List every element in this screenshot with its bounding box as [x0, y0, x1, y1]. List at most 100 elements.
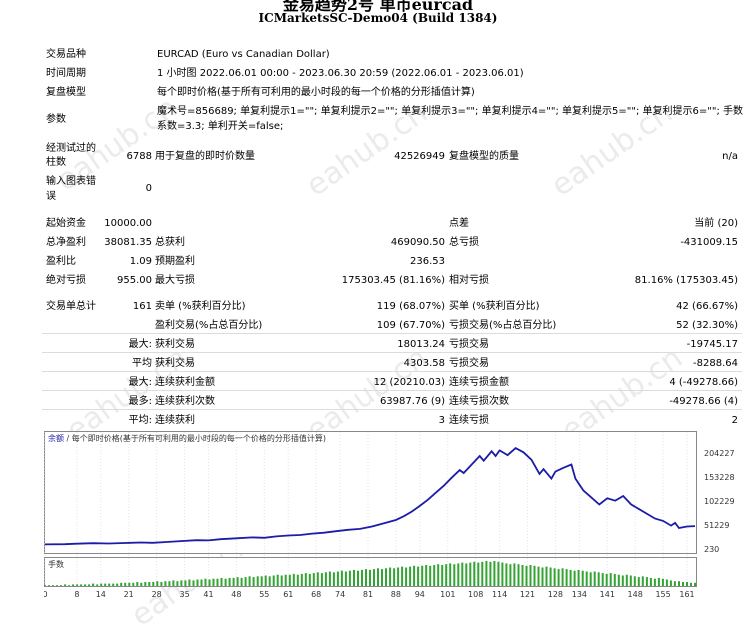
volume-bar	[521, 565, 524, 586]
divider	[42, 409, 742, 410]
volume-bar	[268, 576, 271, 586]
volume-bar	[96, 584, 99, 586]
volume-bar	[357, 570, 359, 586]
volume-bar	[304, 573, 307, 586]
volume-bar	[513, 563, 516, 586]
volume-bar	[72, 584, 75, 586]
volume-bar	[136, 582, 139, 586]
max-consec-losses-label: 连续亏损金额	[449, 377, 509, 388]
volume-bar	[581, 570, 584, 586]
y-tick-label: 51229	[704, 521, 729, 530]
volume-bar	[381, 569, 383, 586]
volume-bar	[148, 582, 151, 586]
volume-bar	[505, 563, 508, 586]
volume-bar	[108, 583, 111, 586]
x-tick-label: 8	[74, 590, 79, 599]
volume-bar	[324, 572, 327, 586]
volume-bar	[541, 567, 544, 586]
largest-profit-value: 18013.24	[397, 339, 445, 350]
volume-bar	[401, 566, 404, 586]
abs-drawdown-value: 955.00	[117, 275, 152, 286]
volume-bar	[232, 577, 235, 586]
volume-bar	[509, 564, 512, 586]
volume-bar	[393, 568, 396, 586]
model-label: 复盘模型	[46, 87, 86, 98]
x-tick-label: 128	[548, 590, 563, 599]
volume-bar	[525, 565, 528, 586]
volume-bar	[144, 582, 147, 586]
errors-label-2: 误	[46, 191, 56, 202]
volume-bar	[192, 580, 195, 586]
largest-loss-value: -19745.17	[686, 339, 738, 350]
bars-value: 6788	[126, 151, 152, 162]
x-tick-label: 35	[180, 590, 190, 599]
volume-bar	[561, 568, 564, 586]
volume-bar	[469, 562, 472, 586]
volume-bar	[353, 569, 355, 586]
volume-bar	[216, 578, 219, 586]
volume-bar	[669, 580, 672, 586]
volume-bar	[385, 568, 387, 586]
volume-bar	[601, 573, 604, 586]
symbol-value: EURCAD (Euro vs Canadian Dollar)	[157, 49, 330, 60]
volume-bar	[116, 583, 119, 586]
volume-bar	[220, 577, 223, 586]
volume-bar	[228, 577, 231, 586]
x-axis: 0 8 14 21 28 35 41 48 55 61 68 74 81 88 94 101 108 114 121…	[42, 590, 694, 599]
average-loss-label: 亏损交易	[449, 358, 489, 369]
volume-bar	[76, 584, 79, 586]
volume-bar	[657, 577, 660, 586]
volume-bar	[565, 569, 568, 586]
x-tick-label: 94	[415, 590, 425, 599]
divider	[42, 333, 742, 334]
volume-bar	[128, 582, 131, 586]
x-tick-label: 155	[655, 590, 670, 599]
initial-deposit-value: 10000.00	[104, 218, 152, 229]
volume-bar	[244, 577, 247, 586]
volume-bar	[485, 561, 488, 586]
volume-bar	[276, 574, 279, 586]
max-consec-profit-text: 连续获利次数	[155, 396, 215, 407]
volume-bar	[200, 579, 203, 586]
rel-drawdown-value: 81.16% (175303.45)	[634, 275, 738, 286]
volume-bar	[272, 575, 275, 586]
volume-bar	[569, 569, 572, 586]
volume-bar	[437, 564, 440, 586]
max-consec-loss-text: 连续亏损次数	[449, 396, 509, 407]
volume-bar	[573, 570, 576, 586]
volume-bar	[48, 585, 50, 586]
x-tick-label: 74	[335, 590, 345, 599]
profit-trades-value: 109 (67.70%)	[376, 320, 445, 331]
volume-bar	[389, 567, 392, 586]
x-tick-label: 21	[124, 590, 134, 599]
volume-bar	[365, 569, 367, 586]
balance-chart: 204227 153228 102229 51229 230 0 8 14 21 28 35 41 4…	[42, 431, 744, 599]
y-tick-label: 153228	[704, 473, 735, 482]
params-label: 参数	[46, 114, 66, 125]
x-tick-label: 28	[152, 590, 162, 599]
volume-bar	[373, 569, 375, 586]
divider	[42, 352, 742, 353]
volume-bar	[605, 573, 608, 586]
volume-bar	[64, 584, 67, 586]
x-tick-label: 141	[600, 590, 615, 599]
gross-profit-value: 469090.50	[390, 237, 445, 248]
volume-bar	[56, 585, 58, 586]
volume-bar	[132, 582, 135, 586]
params-line-1: 魔术号=856689; 单复利提示1=""; 单复利提示2=""; 单复利提示3…	[157, 106, 744, 117]
x-tick-label: 121	[520, 590, 535, 599]
balance-chart-svg: 204227 153228 102229 51229 230 0 8 14 21 28 35 41 4…	[42, 431, 735, 599]
volume-bar	[288, 574, 291, 586]
x-tick-label: 148	[628, 590, 643, 599]
volume-bar	[84, 584, 87, 586]
period-value: 1 小时图 2022.06.01 00:00 - 2023.06.30 20:5…	[157, 68, 524, 79]
volume-bar	[529, 565, 532, 586]
volume-bar	[292, 573, 295, 586]
volume-bar	[553, 568, 556, 586]
volume-bar	[557, 569, 560, 586]
spread-label: 点差	[449, 218, 469, 229]
volume-bar	[433, 565, 436, 586]
volume-bar	[453, 564, 456, 586]
long-trades-label: 买单 (%获利百分比)	[449, 301, 540, 312]
volume-bar	[112, 583, 115, 586]
